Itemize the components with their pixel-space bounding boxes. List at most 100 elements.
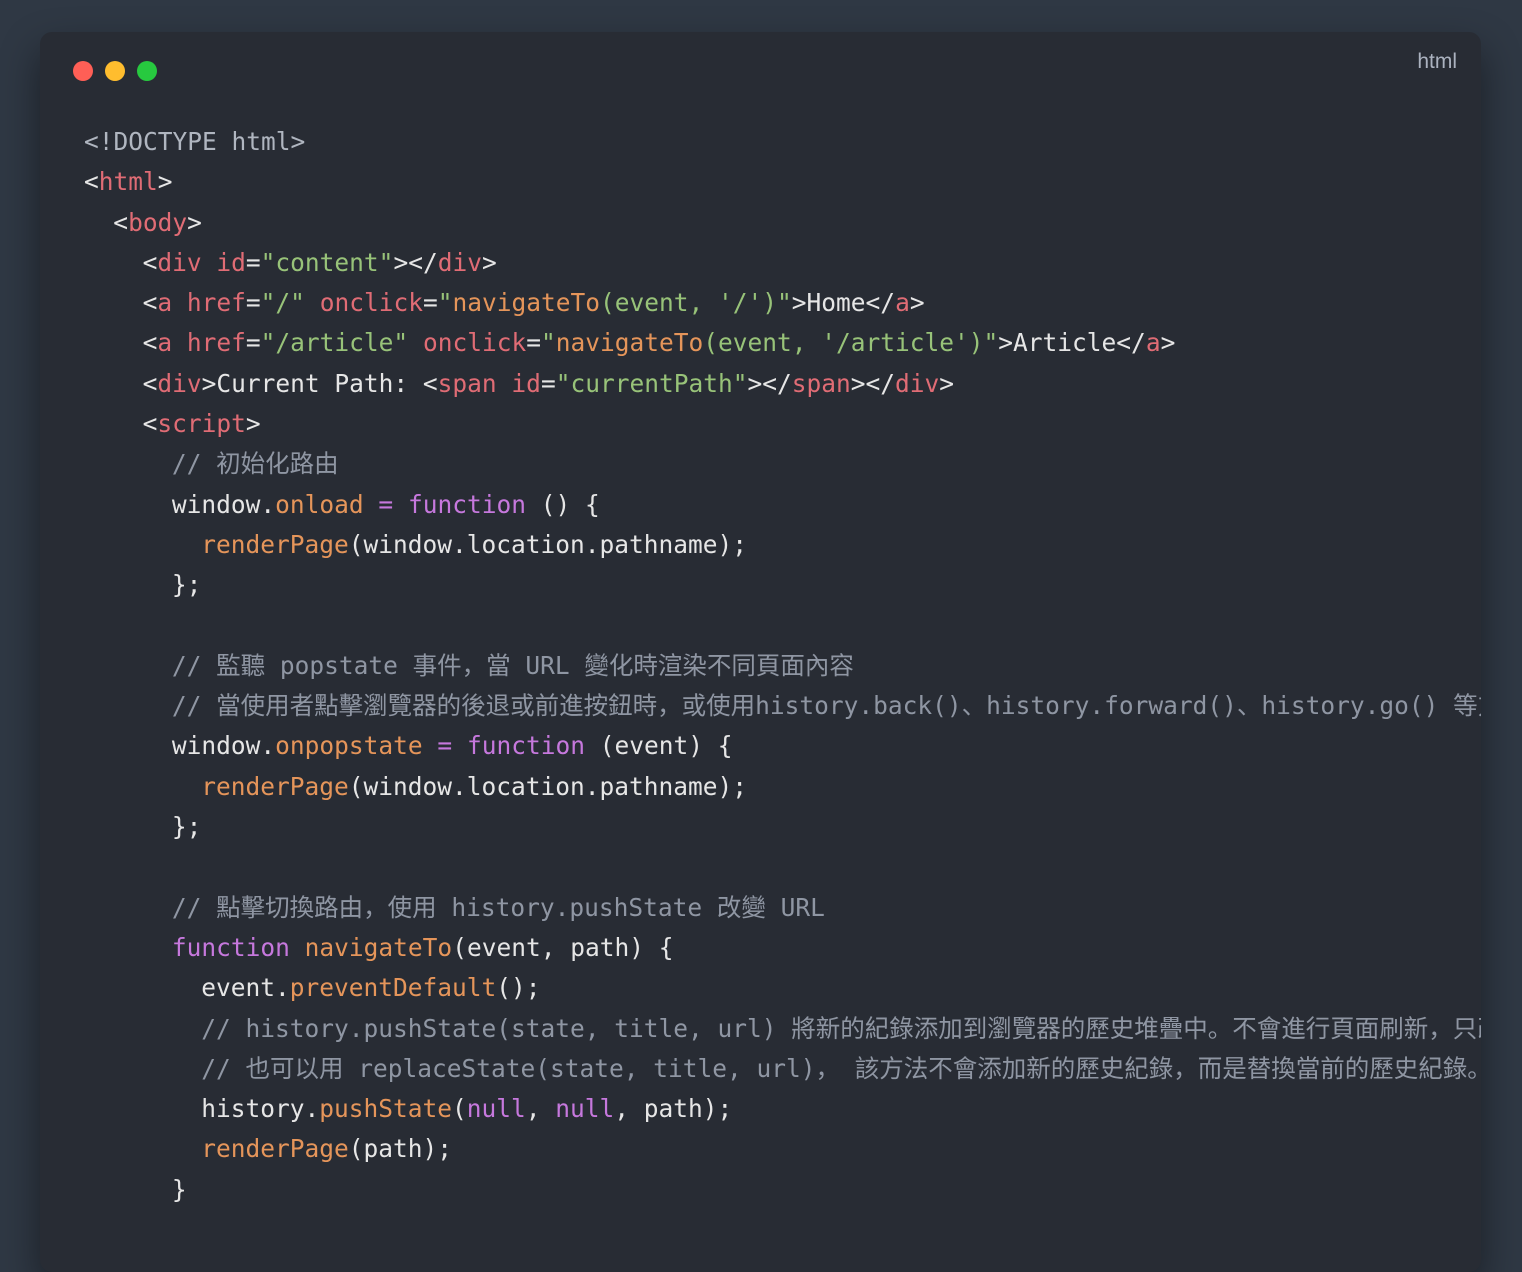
- language-label: html: [1417, 50, 1457, 73]
- code-token: function: [171, 932, 290, 962]
- code-token: =: [526, 328, 541, 358]
- code-token: navigateTo: [304, 932, 453, 962]
- code-line: // 當使用者點擊瀏覽器的後退或前進按鈕時，或使用history.back()、…: [84, 686, 1481, 726]
- code-token: // 當使用者點擊瀏覽器的後退或前進按鈕時，或使用history.back()、…: [171, 691, 1481, 721]
- code-token: function: [466, 731, 585, 761]
- code-token: (event) {: [584, 731, 733, 761]
- code-token: >Article</: [998, 328, 1146, 358]
- code-window: html <!DOCTYPE html> <html> <body> <div id=…: [40, 32, 1481, 1272]
- code-token: "content": [260, 247, 394, 277]
- code-token: >: [1160, 328, 1176, 358]
- code-token: onclick: [319, 288, 423, 318]
- code-token: renderPage: [201, 529, 349, 559]
- code-token: <: [142, 328, 158, 358]
- code-token: window.: [171, 731, 276, 761]
- code-line: <!DOCTYPE html>: [84, 122, 1481, 162]
- code-token: ></: [393, 247, 438, 277]
- code-token: =: [540, 368, 556, 398]
- code-token: >: [909, 288, 925, 318]
- code-token: div: [437, 247, 482, 277]
- code-token: >: [481, 247, 497, 277]
- code-line: <a href="/" onclick="navigateTo(event, '…: [84, 283, 1481, 323]
- code-token: =: [422, 731, 467, 761]
- code-line: <div id="content"></div>: [84, 243, 1481, 283]
- code-block: <!DOCTYPE html> <html> <body> <div id="cont…: [84, 122, 1481, 1210]
- code-token: =: [245, 247, 261, 277]
- zoom-button[interactable]: [137, 61, 157, 81]
- code-line: <body>: [84, 203, 1481, 243]
- code-line: window.onpopstate = function (event) {: [84, 726, 1481, 766]
- code-token: <: [142, 409, 158, 439]
- code-token: onload: [275, 489, 364, 519]
- code-token: (path);: [348, 1134, 452, 1164]
- code-line: };: [84, 807, 1481, 847]
- code-token: <: [142, 247, 158, 277]
- code-token: >Current Path: <: [201, 368, 438, 398]
- code-token: =: [245, 328, 261, 358]
- code-token: (event, path) {: [452, 932, 674, 962]
- code-token: >Home</: [791, 288, 896, 318]
- code-token: navigateTo: [555, 328, 704, 358]
- code-token: >: [245, 409, 261, 439]
- code-token: (event, '/article'): [703, 328, 984, 358]
- code-token: ": [437, 288, 453, 318]
- code-token: function: [407, 489, 526, 519]
- code-token: <: [113, 207, 129, 237]
- code-token: ,: [525, 1094, 556, 1124]
- code-token: <: [142, 368, 158, 398]
- close-button[interactable]: [73, 61, 93, 81]
- code-token: (event, '/'): [600, 288, 778, 318]
- code-token: div: [895, 368, 940, 398]
- code-token: span: [437, 368, 497, 398]
- code-token: renderPage: [201, 771, 349, 801]
- code-token: a: [157, 288, 173, 318]
- code-token: >: [157, 167, 173, 197]
- code-token: navigateTo: [452, 288, 601, 318]
- code-line: // 初始化路由: [84, 444, 1481, 484]
- code-token: null: [555, 1094, 615, 1124]
- code-token: div: [157, 368, 202, 398]
- code-line: // 也可以用 replaceState(state, title, url)，…: [84, 1049, 1481, 1089]
- code-token: () {: [525, 489, 600, 519]
- code-token: // 點擊切換路由，使用 history.pushState 改變 URL: [171, 892, 825, 922]
- code-token: }: [171, 1174, 187, 1204]
- code-token: };: [171, 812, 202, 842]
- code-token: span: [791, 368, 851, 398]
- code-line: function navigateTo(event, path) {: [84, 928, 1481, 968]
- code-token: (window.location.pathname);: [348, 771, 747, 801]
- code-line: event.preventDefault();: [84, 968, 1481, 1008]
- code-token: // 監聽 popstate 事件，當 URL 變化時渲染不同頁面內容: [171, 650, 854, 680]
- code-token: div: [157, 247, 202, 277]
- code-token: ": [540, 328, 556, 358]
- code-token: a: [895, 288, 910, 318]
- code-token: href: [186, 288, 246, 318]
- minimize-button[interactable]: [105, 61, 125, 81]
- code-token: window.: [171, 489, 276, 519]
- code-token: <: [84, 167, 99, 197]
- code-line: // 監聽 popstate 事件，當 URL 變化時渲染不同頁面內容: [84, 646, 1481, 686]
- code-token: event.: [201, 973, 290, 1003]
- code-token: <: [142, 288, 158, 318]
- code-token: =: [422, 288, 438, 318]
- code-token: >: [939, 368, 955, 398]
- code-token: (: [451, 1094, 467, 1124]
- code-token: , path);: [614, 1094, 733, 1124]
- code-line: <html>: [84, 162, 1481, 202]
- code-token: html: [98, 167, 158, 197]
- code-line: renderPage(path);: [84, 1129, 1481, 1169]
- code-token: "/article": [260, 328, 409, 358]
- code-token: id: [216, 247, 246, 277]
- code-line: <a href="/article" onclick="navigateTo(e…: [84, 323, 1481, 363]
- code-token: a: [157, 328, 173, 358]
- code-token: body: [128, 207, 188, 237]
- code-token: id: [511, 368, 541, 398]
- code-token: renderPage: [201, 1134, 349, 1164]
- code-line: <script>: [84, 404, 1481, 444]
- code-token: ();: [496, 973, 541, 1003]
- code-token: history.: [201, 1094, 320, 1124]
- code-token: ></: [850, 368, 896, 398]
